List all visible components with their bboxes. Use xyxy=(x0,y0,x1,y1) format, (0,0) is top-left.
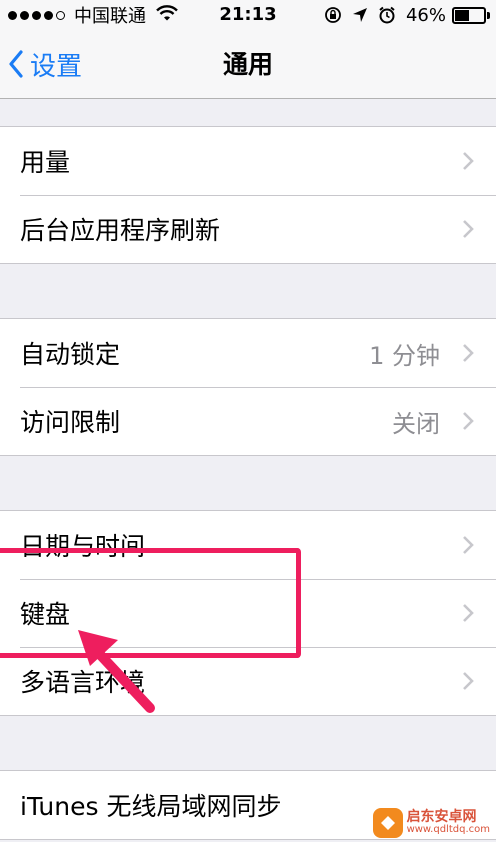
settings-group-usage: 用量 后台应用程序刷新 xyxy=(0,126,496,264)
row-label: 多语言环境 xyxy=(20,668,146,697)
row-label: 日期与时间 xyxy=(20,532,146,561)
page-title: 通用 xyxy=(222,50,273,79)
row-label: 用量 xyxy=(20,148,71,177)
row-value: 关闭 xyxy=(392,409,440,438)
chevron-right-icon xyxy=(463,344,474,362)
row-auto-lock[interactable]: 自动锁定 1 分钟 xyxy=(0,319,496,387)
row-itunes-wifi-sync[interactable]: iTunes 无线局域网同步 xyxy=(0,771,496,839)
row-label: 访问限制 xyxy=(20,408,121,437)
row-label: iTunes 无线局域网同步 xyxy=(20,792,282,821)
chevron-right-icon xyxy=(463,220,474,238)
row-label: 键盘 xyxy=(20,600,71,629)
status-right: 46% xyxy=(314,3,490,27)
battery-percent: 46% xyxy=(405,4,446,26)
row-usage[interactable]: 用量 xyxy=(0,127,496,195)
navigation-bar: 设置 通用 xyxy=(0,30,496,99)
status-bar: 中国联通 21:13 46% xyxy=(0,0,496,30)
row-restrictions[interactable]: 访问限制 关闭 xyxy=(0,387,496,455)
settings-group-sync: iTunes 无线局域网同步 xyxy=(0,770,496,840)
alarm-icon xyxy=(378,6,396,24)
battery-icon xyxy=(452,6,490,24)
settings-group-locale: 日期与时间 键盘 多语言环境 xyxy=(0,510,496,716)
chevron-right-icon xyxy=(463,604,474,622)
chevron-right-icon xyxy=(463,152,474,170)
row-date-time[interactable]: 日期与时间 xyxy=(0,511,496,579)
settings-group-lock: 自动锁定 1 分钟 访问限制 关闭 xyxy=(0,318,496,456)
chevron-right-icon xyxy=(463,412,474,430)
row-label: 自动锁定 xyxy=(20,340,121,369)
location-arrow-icon xyxy=(352,7,368,23)
row-label: 后台应用程序刷新 xyxy=(20,216,221,245)
chevron-right-icon xyxy=(463,536,474,554)
row-background-app-refresh[interactable]: 后台应用程序刷新 xyxy=(0,195,496,263)
rotation-lock-icon xyxy=(324,6,342,24)
row-language-region[interactable]: 多语言环境 xyxy=(0,647,496,715)
row-value: 1 分钟 xyxy=(369,341,440,370)
row-keyboard[interactable]: 键盘 xyxy=(0,579,496,647)
chevron-right-icon xyxy=(463,672,474,690)
